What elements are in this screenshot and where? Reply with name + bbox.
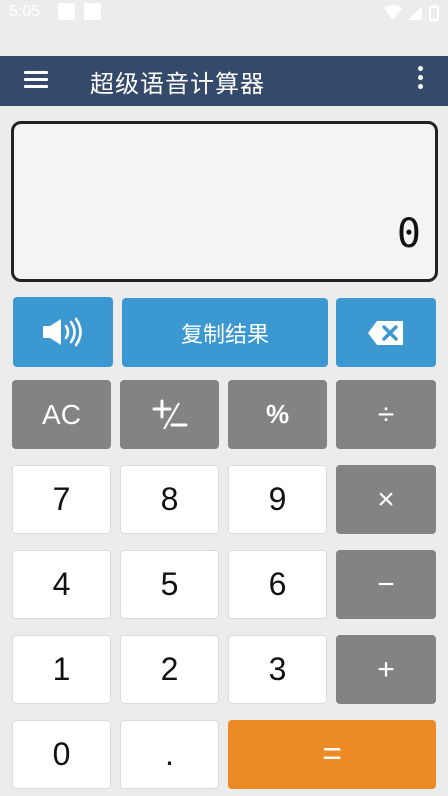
app-bar: 超级语音计算器 (0, 56, 448, 106)
digit-7-button[interactable]: 7 (12, 465, 111, 534)
signal-icon (408, 6, 422, 20)
digit-1-button[interactable]: 1 (12, 635, 111, 704)
hamburger-menu-icon[interactable] (24, 67, 50, 89)
copy-result-button[interactable]: 复制结果 (122, 298, 328, 367)
notification-square-icon (84, 3, 101, 20)
digit-0-button[interactable]: 0 (12, 720, 111, 789)
battery-icon (429, 5, 439, 21)
app-title: 超级语音计算器 (90, 70, 265, 98)
backspace-icon (368, 320, 403, 345)
multiply-button[interactable]: × (336, 465, 436, 534)
digit-6-button[interactable]: 6 (228, 550, 327, 619)
decimal-point-button[interactable]: . (120, 720, 219, 789)
plus-minus-icon (152, 399, 187, 429)
backspace-button[interactable] (336, 298, 436, 367)
digit-2-button[interactable]: 2 (120, 635, 219, 704)
minus-button[interactable]: − (336, 550, 436, 619)
digit-3-button[interactable]: 3 (228, 635, 327, 704)
wifi-icon (384, 5, 402, 20)
status-time: 5:05 (9, 3, 41, 20)
display-value: 0 (396, 211, 421, 257)
digit-8-button[interactable]: 8 (120, 465, 219, 534)
more-vert-icon[interactable] (414, 64, 428, 94)
status-bar: 5:05 (0, 0, 448, 26)
notification-square-icon (58, 3, 75, 20)
speak-button[interactable] (13, 297, 113, 367)
result-display: 0 (11, 121, 438, 282)
speaker-icon (43, 317, 82, 347)
digit-9-button[interactable]: 9 (228, 465, 327, 534)
clear-button[interactable]: AC (12, 380, 111, 449)
equals-button[interactable]: = (228, 720, 436, 789)
plus-minus-button[interactable] (120, 380, 219, 449)
status-icons (382, 4, 442, 26)
divide-button[interactable]: ÷ (336, 380, 436, 449)
digit-4-button[interactable]: 4 (12, 550, 111, 619)
plus-button[interactable]: + (336, 635, 436, 704)
copy-result-label: 复制结果 (180, 322, 269, 348)
digit-5-button[interactable]: 5 (120, 550, 219, 619)
percent-button[interactable]: % (228, 380, 327, 449)
